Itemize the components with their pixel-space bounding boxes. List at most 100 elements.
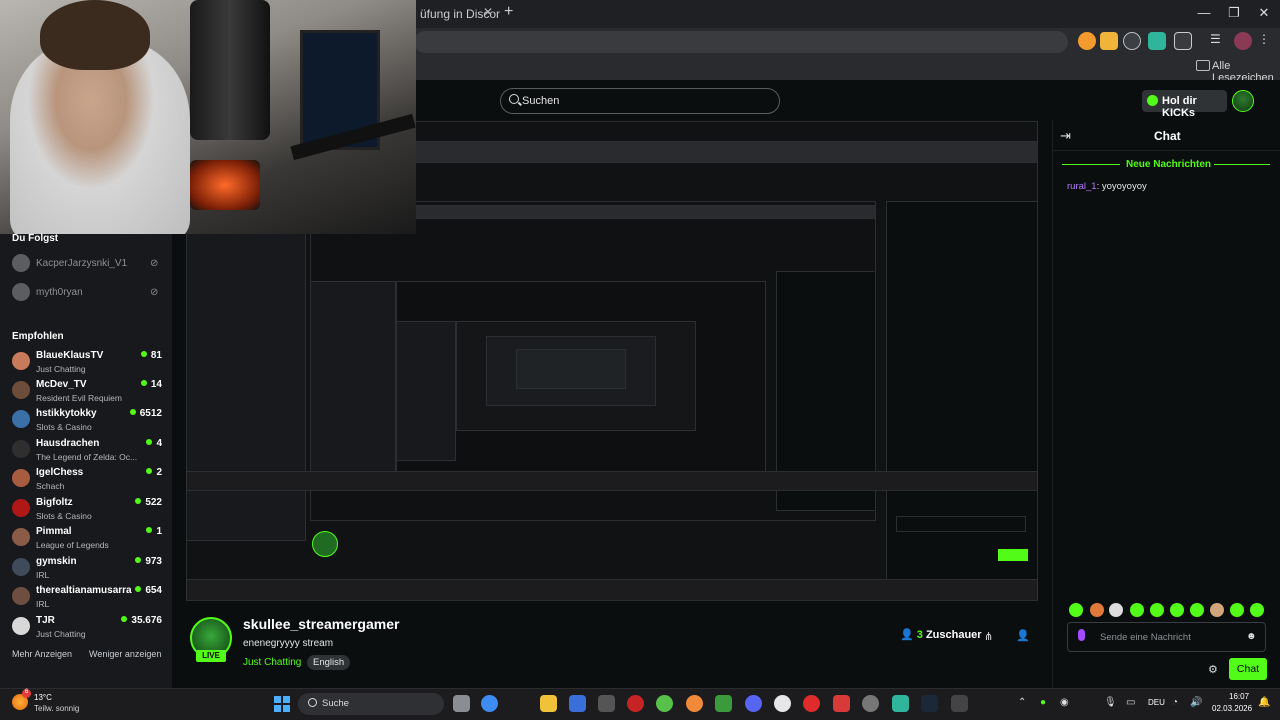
recommended-channel[interactable]: therealtianamusarra IRL 654 (12, 585, 162, 613)
channel-name: therealtianamusarra (36, 585, 132, 596)
app-icon[interactable] (686, 695, 703, 712)
app-icon[interactable] (892, 695, 909, 712)
show-more-button[interactable]: Mehr Anzeigen (12, 649, 72, 659)
gear-icon[interactable]: ⚙ (1208, 663, 1218, 676)
viewers-icon: 👤 (900, 629, 914, 641)
new-tab-button[interactable]: + (504, 3, 513, 21)
cam-microphone (190, 0, 270, 140)
more-icon[interactable]: ⋮ (1258, 32, 1276, 50)
emote-icon[interactable] (1090, 603, 1104, 617)
app-icon[interactable] (862, 695, 879, 712)
extension-icon[interactable] (1123, 32, 1141, 50)
recommended-heading: Empfohlen (12, 331, 64, 342)
network-icon[interactable]: ▭ (1126, 697, 1135, 708)
extension-icon[interactable] (1100, 32, 1118, 50)
search-icon (308, 698, 317, 707)
recommended-channel[interactable]: McDev_TV Resident Evil Requiem 14 (12, 379, 162, 407)
weather-desc: Teilw. sonnig (34, 704, 80, 713)
store-icon[interactable] (569, 695, 586, 712)
clock-date[interactable]: 02.03.2026 (1212, 704, 1252, 713)
app-icon[interactable] (833, 695, 850, 712)
kick-coin-icon (1147, 95, 1158, 106)
puzzle-icon[interactable] (1174, 32, 1192, 50)
tab-close-icon[interactable]: ✕ (483, 5, 493, 19)
viewer-count: 6512 (129, 408, 162, 419)
emote-icon[interactable] (1170, 603, 1184, 617)
language-tag[interactable]: English (307, 655, 351, 670)
app-icon[interactable] (598, 695, 615, 712)
stream-category[interactable]: Just Chatting (243, 657, 301, 668)
file-explorer-icon[interactable] (540, 695, 557, 712)
recommended-channel[interactable]: gymskin IRL 973 (12, 556, 162, 584)
discord-icon[interactable] (745, 695, 762, 712)
follow-icon[interactable]: 👤 (1016, 629, 1030, 642)
recommended-channel[interactable]: hstikkytokky Slots & Casino 6512 (12, 408, 162, 436)
emote-icon[interactable] (1069, 603, 1083, 617)
steam-icon[interactable] (921, 695, 938, 712)
notification-badge: 6 (22, 689, 31, 698)
windows-start-icon[interactable] (274, 696, 290, 712)
live-dot-icon (146, 468, 153, 474)
record-icon[interactable] (803, 695, 820, 712)
share-icon[interactable]: ⋔ (984, 630, 993, 643)
menu-list-icon[interactable]: ☰ (1210, 32, 1228, 50)
viewer-count: 2 (146, 467, 162, 478)
emote-icon[interactable] (1190, 603, 1204, 617)
recommended-channel[interactable]: TJR Just Chatting 35.676 (12, 615, 162, 643)
taskbar-search[interactable] (298, 693, 444, 715)
nested-taskbar (186, 579, 1038, 601)
following-item[interactable]: KacperJarzysnki_V1 ⊘ (12, 254, 162, 274)
maximize-button[interactable]: ❐ (1224, 5, 1244, 21)
task-view-icon[interactable] (453, 695, 470, 712)
emote-icon[interactable] (1130, 603, 1144, 617)
emote-icon[interactable] (1230, 603, 1244, 617)
extension-icon[interactable] (1148, 32, 1166, 50)
recommended-channel[interactable]: Hausdrachen The Legend of Zelda: Oc... 4 (12, 438, 162, 466)
viewer-count: 973 (135, 556, 162, 567)
emote-icon[interactable] (1210, 603, 1224, 617)
following-item[interactable]: myth0ryan ⊘ (12, 283, 162, 303)
notifications-icon[interactable]: 🔔 (1258, 697, 1270, 708)
channel-name[interactable]: skullee_streamergamer (243, 616, 399, 632)
chrome-icon[interactable] (481, 695, 498, 712)
clock-time[interactable]: 16:07 (1229, 692, 1249, 701)
recommended-channel[interactable]: Pimmal League of Legends 1 (12, 526, 162, 554)
app-icon[interactable] (774, 695, 791, 712)
collapse-chat-icon[interactable]: ⇥ (1060, 128, 1071, 144)
steam-tray-icon[interactable]: ◉ (1060, 697, 1069, 708)
minecraft-icon[interactable] (715, 695, 732, 712)
chat-username[interactable]: rural_1 (1067, 181, 1097, 192)
emoji-icon[interactable]: ☻ (1246, 631, 1257, 642)
emote-icon[interactable] (1250, 603, 1264, 617)
recommended-channel[interactable]: IgelChess Schach 2 (12, 467, 162, 495)
mic-icon[interactable] (1078, 629, 1085, 641)
wifi-icon[interactable]: ◔ (1172, 697, 1178, 708)
emote-icon[interactable] (1109, 603, 1123, 617)
show-less-button[interactable]: Weniger anzeigen (89, 649, 161, 659)
live-dot-icon (121, 616, 128, 622)
chat-send-button[interactable]: Chat (1229, 658, 1267, 680)
close-window-button[interactable]: ✕ (1254, 5, 1274, 21)
following-name: KacperJarzysnki_V1 (36, 258, 128, 269)
emote-icon[interactable] (1150, 603, 1164, 617)
viewer-count: 81 (140, 350, 162, 361)
recommended-channel[interactable]: BlaueKlausTV Just Chatting 81 (12, 350, 162, 378)
profile-icon[interactable] (1234, 32, 1252, 50)
following-name: myth0ryan (36, 287, 83, 298)
app-icon[interactable] (656, 695, 673, 712)
user-avatar[interactable] (1232, 90, 1254, 112)
extension-icon[interactable] (1078, 32, 1096, 50)
avatar (12, 587, 30, 605)
minimize-button[interactable]: — (1194, 5, 1214, 20)
tray-app-icon[interactable]: ● (1040, 697, 1046, 708)
volume-icon[interactable]: 🔊 (1190, 697, 1202, 708)
address-bar[interactable] (414, 31, 1068, 53)
viewer-count: 654 (135, 585, 162, 596)
taskbar-search-label: Suche (322, 698, 349, 709)
app-icon[interactable] (951, 695, 968, 712)
microphone-tray-icon[interactable]: 🎙 (1104, 697, 1117, 708)
recommended-channel[interactable]: Bigfoltz Slots & Casino 522 (12, 497, 162, 525)
input-language[interactable]: DEU (1148, 698, 1165, 707)
app-icon[interactable] (627, 695, 644, 712)
chevron-up-icon[interactable]: ⌃ (1018, 697, 1026, 708)
